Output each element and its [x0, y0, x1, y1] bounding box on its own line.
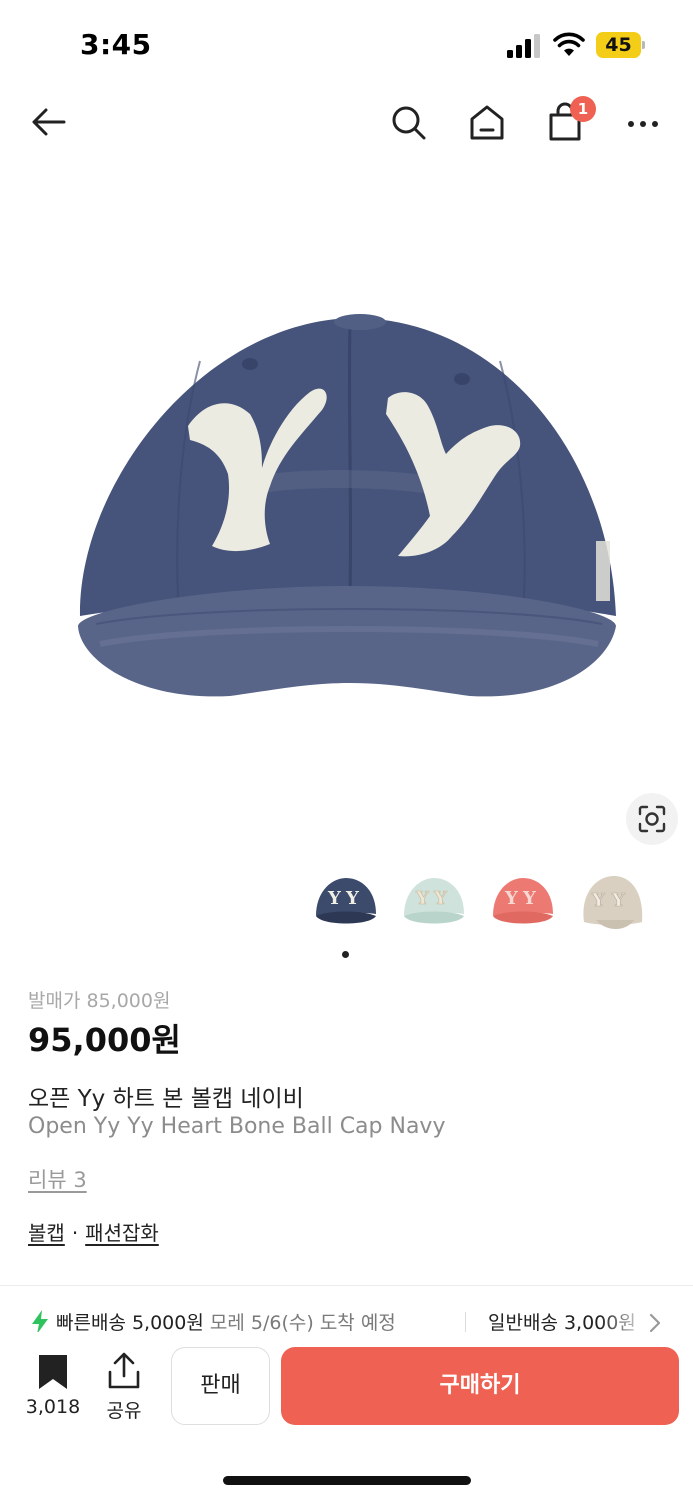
battery-level: 45 [605, 34, 632, 56]
share-label[interactable]: 공유 [94, 1396, 154, 1423]
svg-text:Y: Y [504, 888, 519, 909]
svg-text:Y: Y [433, 888, 448, 909]
cart-count-badge: 1 [570, 96, 596, 122]
svg-text:Y: Y [611, 890, 626, 911]
current-price: 95,000원 [28, 1021, 181, 1059]
back-arrow-icon[interactable] [28, 102, 68, 142]
svg-text:Y: Y [345, 888, 360, 909]
category-separator: · [71, 1221, 79, 1245]
buy-button[interactable]: 구매하기 [281, 1347, 679, 1425]
search-icon[interactable] [388, 102, 428, 142]
share-icon[interactable] [107, 1352, 141, 1390]
section-divider [0, 1285, 693, 1286]
image-zoom-button[interactable] [626, 793, 678, 845]
chevron-right-icon[interactable] [648, 1312, 662, 1334]
bookmark-icon[interactable] [37, 1354, 69, 1390]
product-image[interactable] [0, 156, 693, 856]
category-breadcrumb: 볼캡 · 패션잡화 [28, 1217, 159, 1246]
fast-shipping-label: 빠른배송 5,000원 [56, 1312, 204, 1334]
sell-button[interactable]: 판매 [171, 1347, 270, 1425]
status-bar: 3:45 45 [0, 0, 693, 90]
release-price-value: 85,000원 [86, 990, 171, 1012]
product-detail-page: 3:45 45 1 Y Y Y Y Y Y Y Y 발매가 85,000원 95… [0, 0, 693, 1500]
color-thumbnail-mint[interactable]: Y Y [398, 866, 470, 938]
home-indicator [223, 1476, 471, 1485]
shipping-separator [465, 1312, 466, 1334]
fast-shipping-option[interactable]: 빠른배송 5,000원 모레 5/6(수) 도착 예정 [56, 1308, 396, 1335]
svg-text:Y: Y [415, 888, 430, 909]
bookmark-count[interactable]: 3,018 [16, 1396, 90, 1418]
lightning-bolt-icon [32, 1310, 48, 1334]
fast-shipping-date: 모레 5/6(수) 도착 예정 [209, 1312, 396, 1334]
category-link-ballcap[interactable]: 볼캡 [28, 1221, 65, 1245]
more-options-icon[interactable] [623, 102, 663, 142]
wifi-icon [553, 32, 585, 56]
color-thumbnail-coral[interactable]: Y Y [487, 866, 559, 938]
product-name-english: Open Yy Yy Heart Bone Ball Cap Navy [28, 1114, 446, 1139]
release-price-label: 발매가 [28, 990, 81, 1012]
product-name-korean: 오픈 Yy 하트 본 볼캡 네이비 [28, 1086, 304, 1112]
category-link-fashion-accessories[interactable]: 패션잡화 [85, 1221, 159, 1245]
color-thumbnail-beige[interactable]: Y Y [576, 866, 648, 938]
svg-text:Y: Y [522, 888, 537, 909]
svg-text:Y: Y [591, 890, 606, 911]
scan-icon [638, 805, 666, 833]
battery-indicator: 45 [596, 32, 646, 58]
review-link[interactable]: 리뷰 3 [28, 1164, 87, 1194]
status-time: 3:45 [80, 28, 152, 61]
home-icon[interactable] [467, 102, 507, 142]
battery-tip [642, 41, 645, 49]
svg-text:Y: Y [327, 888, 342, 909]
bottom-action-bar: 3,018 공유 판매 구매하기 [0, 1332, 693, 1500]
color-thumbnail-navy[interactable]: Y Y [310, 866, 382, 938]
release-price: 발매가 85,000원 [28, 986, 170, 1013]
image-page-indicator [342, 951, 349, 958]
signal-icon [507, 34, 540, 58]
